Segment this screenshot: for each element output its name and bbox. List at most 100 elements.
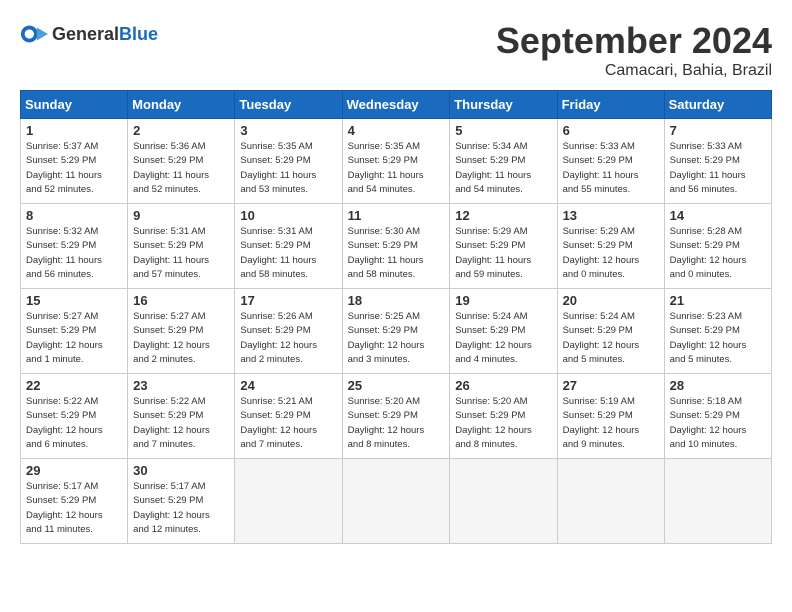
- calendar-cell: 7 Sunrise: 5:33 AM Sunset: 5:29 PM Daylig…: [664, 119, 771, 204]
- day-number: 12: [455, 208, 551, 223]
- day-info: Sunrise: 5:20 AM Sunset: 5:29 PM Dayligh…: [348, 395, 445, 452]
- day-number: 1: [26, 123, 122, 138]
- calendar-cell: 13 Sunrise: 5:29 AM Sunset: 5:29 PM Dayli…: [557, 204, 664, 289]
- calendar-cell: 2Sunrise: 5:36 AM Sunset: 5:29 PM Daylig…: [128, 119, 235, 204]
- day-info: Sunrise: 5:35 AM Sunset: 5:29 PM Dayligh…: [348, 140, 445, 197]
- logo-general: General: [52, 24, 119, 44]
- calendar-cell: 26 Sunrise: 5:20 AM Sunset: 5:29 PM Dayli…: [450, 374, 557, 459]
- day-info: Sunrise: 5:24 AM Sunset: 5:29 PM Dayligh…: [455, 310, 551, 367]
- day-number: 17: [240, 293, 336, 308]
- day-info: Sunrise: 5:29 AM Sunset: 5:29 PM Dayligh…: [455, 225, 551, 282]
- header-cell-tuesday: Tuesday: [235, 91, 342, 119]
- day-info: Sunrise: 5:35 AM Sunset: 5:29 PM Dayligh…: [240, 140, 336, 197]
- day-info: Sunrise: 5:24 AM Sunset: 5:29 PM Dayligh…: [563, 310, 659, 367]
- day-info: Sunrise: 5:22 AM Sunset: 5:29 PM Dayligh…: [133, 395, 229, 452]
- calendar-cell: 19 Sunrise: 5:24 AM Sunset: 5:29 PM Dayli…: [450, 289, 557, 374]
- calendar-cell: 17 Sunrise: 5:26 AM Sunset: 5:29 PM Dayli…: [235, 289, 342, 374]
- day-info: Sunrise: 5:27 AM Sunset: 5:29 PM Dayligh…: [26, 310, 122, 367]
- week-row-4: 22Sunrise: 5:22 AM Sunset: 5:29 PM Dayli…: [21, 374, 772, 459]
- title-block: September 2024 Camacari, Bahia, Brazil: [496, 20, 772, 80]
- calendar-cell: 15 Sunrise: 5:27 AM Sunset: 5:29 PM Dayli…: [21, 289, 128, 374]
- day-info: Sunrise: 5:37 AM Sunset: 5:29 PM Dayligh…: [26, 140, 122, 197]
- day-info: Sunrise: 5:20 AM Sunset: 5:29 PM Dayligh…: [455, 395, 551, 452]
- day-info: Sunrise: 5:31 AM Sunset: 5:29 PM Dayligh…: [133, 225, 229, 282]
- day-number: 8: [26, 208, 122, 223]
- week-row-3: 15 Sunrise: 5:27 AM Sunset: 5:29 PM Dayli…: [21, 289, 772, 374]
- calendar-cell: [342, 459, 450, 544]
- calendar-cell: [664, 459, 771, 544]
- calendar-cell: 25 Sunrise: 5:20 AM Sunset: 5:29 PM Dayli…: [342, 374, 450, 459]
- calendar-cell: 3Sunrise: 5:35 AM Sunset: 5:29 PM Daylig…: [235, 119, 342, 204]
- logo: GeneralBlue: [20, 20, 158, 48]
- calendar-table: SundayMondayTuesdayWednesdayThursdayFrid…: [20, 90, 772, 544]
- day-number: 23: [133, 378, 229, 393]
- calendar-cell: 10Sunrise: 5:31 AM Sunset: 5:29 PM Dayli…: [235, 204, 342, 289]
- day-number: 19: [455, 293, 551, 308]
- day-number: 11: [348, 208, 445, 223]
- location: Camacari, Bahia, Brazil: [496, 62, 772, 80]
- day-info: Sunrise: 5:19 AM Sunset: 5:29 PM Dayligh…: [563, 395, 659, 452]
- header-cell-saturday: Saturday: [664, 91, 771, 119]
- day-number: 27: [563, 378, 659, 393]
- calendar-cell: 27 Sunrise: 5:19 AM Sunset: 5:29 PM Dayli…: [557, 374, 664, 459]
- calendar-cell: 22Sunrise: 5:22 AM Sunset: 5:29 PM Dayli…: [21, 374, 128, 459]
- calendar-cell: 4 Sunrise: 5:35 AM Sunset: 5:29 PM Daylig…: [342, 119, 450, 204]
- day-info: Sunrise: 5:27 AM Sunset: 5:29 PM Dayligh…: [133, 310, 229, 367]
- day-number: 18: [348, 293, 445, 308]
- day-number: 9: [133, 208, 229, 223]
- day-number: 24: [240, 378, 336, 393]
- day-info: Sunrise: 5:23 AM Sunset: 5:29 PM Dayligh…: [670, 310, 766, 367]
- day-info: Sunrise: 5:21 AM Sunset: 5:29 PM Dayligh…: [240, 395, 336, 452]
- calendar-cell: 28 Sunrise: 5:18 AM Sunset: 5:29 PM Dayli…: [664, 374, 771, 459]
- day-number: 13: [563, 208, 659, 223]
- day-number: 26: [455, 378, 551, 393]
- calendar-cell: [450, 459, 557, 544]
- header-cell-wednesday: Wednesday: [342, 91, 450, 119]
- day-number: 28: [670, 378, 766, 393]
- day-number: 14: [670, 208, 766, 223]
- day-info: Sunrise: 5:25 AM Sunset: 5:29 PM Dayligh…: [348, 310, 445, 367]
- day-number: 20: [563, 293, 659, 308]
- logo-blue: Blue: [119, 24, 158, 44]
- calendar-cell: [235, 459, 342, 544]
- day-info: Sunrise: 5:34 AM Sunset: 5:29 PM Dayligh…: [455, 140, 551, 197]
- day-number: 15: [26, 293, 122, 308]
- calendar-cell: 9 Sunrise: 5:31 AM Sunset: 5:29 PM Daylig…: [128, 204, 235, 289]
- day-number: 7: [670, 123, 766, 138]
- calendar-cell: 23 Sunrise: 5:22 AM Sunset: 5:29 PM Dayli…: [128, 374, 235, 459]
- day-number: 5: [455, 123, 551, 138]
- day-info: Sunrise: 5:31 AM Sunset: 5:29 PM Dayligh…: [240, 225, 336, 282]
- calendar-cell: 1 Sunrise: 5:37 AM Sunset: 5:29 PM Daylig…: [21, 119, 128, 204]
- calendar-cell: 11 Sunrise: 5:30 AM Sunset: 5:29 PM Dayli…: [342, 204, 450, 289]
- day-number: 2: [133, 123, 229, 138]
- day-info: Sunrise: 5:32 AM Sunset: 5:29 PM Dayligh…: [26, 225, 122, 282]
- page-header: GeneralBlue September 2024 Camacari, Bah…: [20, 20, 772, 80]
- calendar-cell: [557, 459, 664, 544]
- day-number: 4: [348, 123, 445, 138]
- day-info: Sunrise: 5:17 AM Sunset: 5:29 PM Dayligh…: [26, 480, 122, 537]
- calendar-cell: 6Sunrise: 5:33 AM Sunset: 5:29 PM Daylig…: [557, 119, 664, 204]
- header-cell-sunday: Sunday: [21, 91, 128, 119]
- logo-icon: [20, 20, 48, 48]
- day-info: Sunrise: 5:18 AM Sunset: 5:29 PM Dayligh…: [670, 395, 766, 452]
- calendar-cell: 29 Sunrise: 5:17 AM Sunset: 5:29 PM Dayli…: [21, 459, 128, 544]
- calendar-cell: 14Sunrise: 5:28 AM Sunset: 5:29 PM Dayli…: [664, 204, 771, 289]
- calendar-cell: 30Sunrise: 5:17 AM Sunset: 5:29 PM Dayli…: [128, 459, 235, 544]
- day-info: Sunrise: 5:29 AM Sunset: 5:29 PM Dayligh…: [563, 225, 659, 282]
- day-number: 29: [26, 463, 122, 478]
- calendar-cell: 18 Sunrise: 5:25 AM Sunset: 5:29 PM Dayli…: [342, 289, 450, 374]
- header-cell-friday: Friday: [557, 91, 664, 119]
- month-title: September 2024: [496, 20, 772, 62]
- day-info: Sunrise: 5:33 AM Sunset: 5:29 PM Dayligh…: [563, 140, 659, 197]
- day-number: 25: [348, 378, 445, 393]
- header-cell-thursday: Thursday: [450, 91, 557, 119]
- day-info: Sunrise: 5:30 AM Sunset: 5:29 PM Dayligh…: [348, 225, 445, 282]
- day-info: Sunrise: 5:33 AM Sunset: 5:29 PM Dayligh…: [670, 140, 766, 197]
- week-row-5: 29 Sunrise: 5:17 AM Sunset: 5:29 PM Dayli…: [21, 459, 772, 544]
- calendar-body: 1 Sunrise: 5:37 AM Sunset: 5:29 PM Daylig…: [21, 119, 772, 544]
- week-row-2: 8 Sunrise: 5:32 AM Sunset: 5:29 PM Daylig…: [21, 204, 772, 289]
- day-number: 16: [133, 293, 229, 308]
- day-info: Sunrise: 5:26 AM Sunset: 5:29 PM Dayligh…: [240, 310, 336, 367]
- calendar-header: SundayMondayTuesdayWednesdayThursdayFrid…: [21, 91, 772, 119]
- calendar-cell: 21Sunrise: 5:23 AM Sunset: 5:29 PM Dayli…: [664, 289, 771, 374]
